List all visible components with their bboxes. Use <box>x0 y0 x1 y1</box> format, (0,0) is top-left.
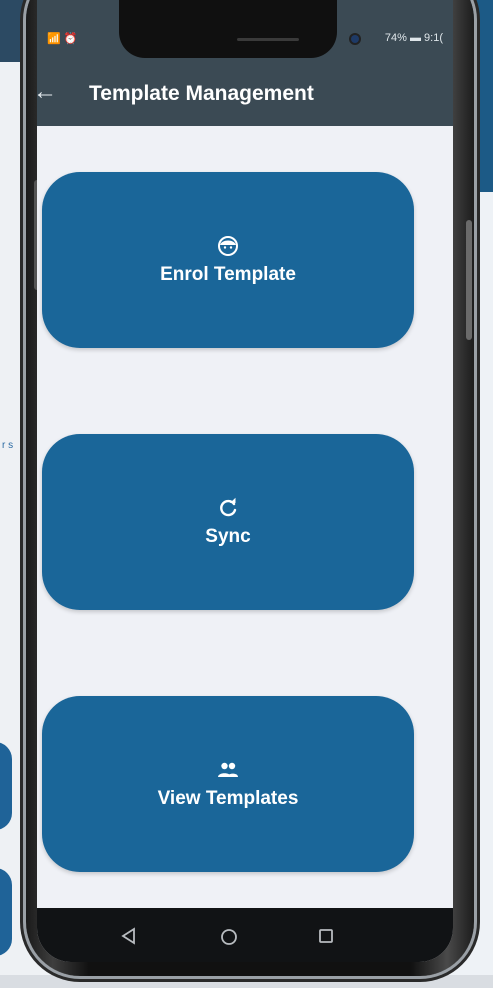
speaker-grille <box>237 38 299 41</box>
sync-button[interactable]: Sync <box>42 434 414 610</box>
circle-home-icon[interactable] <box>219 927 239 947</box>
arrow-back-icon[interactable]: ← <box>37 78 57 106</box>
camera-notch <box>119 0 359 58</box>
background-bottom-edge <box>0 975 493 988</box>
system-nav-bar <box>37 908 453 962</box>
background-left-pill <box>0 868 12 956</box>
status-left-icons: 📶 ⏰ <box>47 33 78 45</box>
people-icon <box>218 762 238 777</box>
triangle-back-icon[interactable] <box>119 926 139 946</box>
face-icon <box>218 236 238 256</box>
status-right-info: 74% ▬ 9:1( <box>384 32 443 44</box>
enrol-template-label: Enrol Template <box>160 264 296 285</box>
square-recents-icon[interactable] <box>317 927 335 945</box>
sync-label: Sync <box>205 526 251 547</box>
enrol-template-button[interactable]: Enrol Template <box>42 172 414 348</box>
view-templates-button[interactable]: View Templates <box>42 696 414 872</box>
background-left-text: r s <box>2 440 14 451</box>
front-camera <box>351 35 359 43</box>
view-templates-label: View Templates <box>157 788 299 809</box>
page-title: Template Management <box>89 82 314 105</box>
sync-icon <box>220 497 237 517</box>
app-bar: ← Template Management <box>37 62 453 126</box>
background-left-pill <box>0 742 12 830</box>
phone-screen: 📶 ⏰ 74% ▬ 9:1( ← Template Management Enr… <box>37 0 453 962</box>
phone-side-button <box>466 220 472 340</box>
